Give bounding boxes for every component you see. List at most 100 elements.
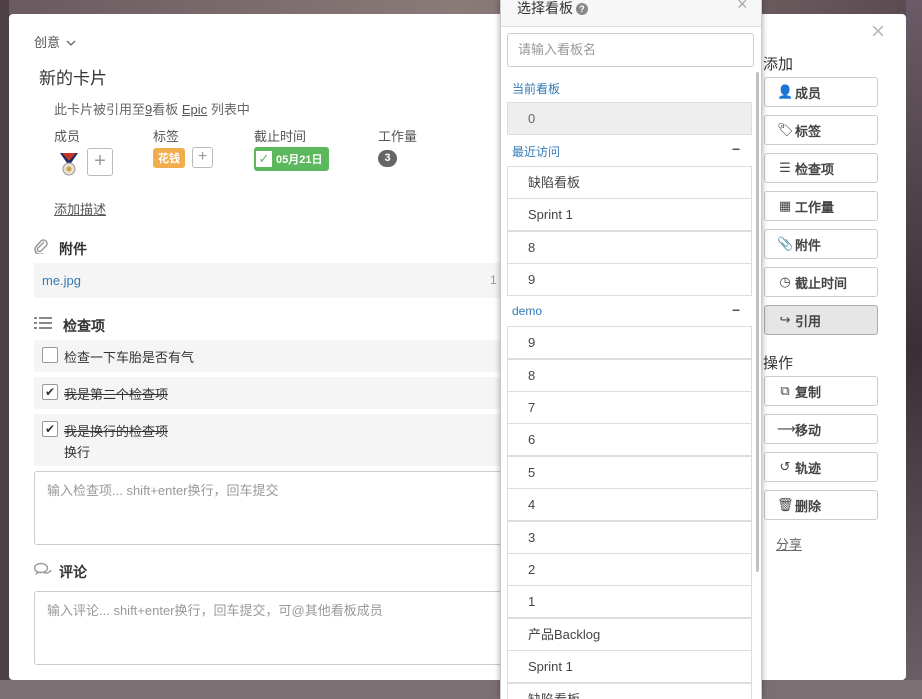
workload-badge[interactable]: 3 xyxy=(378,150,397,167)
button-label: 检查项 xyxy=(795,161,835,177)
member-avatar[interactable] xyxy=(58,149,80,177)
add-description-link[interactable]: 添加描述 xyxy=(54,199,106,218)
add-member-button[interactable]: + xyxy=(87,148,113,176)
current-board-group-label: 当前看板 xyxy=(512,82,561,96)
close-icon[interactable]: × xyxy=(871,20,885,44)
ref-prefix: 此卡片被引用至 xyxy=(54,102,146,117)
collapse-icon[interactable]: − xyxy=(732,141,740,157)
share-arrow-icon: ↪ xyxy=(779,312,791,327)
delete-button[interactable]: 🗑 删除 xyxy=(764,490,878,520)
popup-scrollbar[interactable] xyxy=(756,72,759,572)
add-tag-button[interactable]: + xyxy=(192,147,213,168)
close-icon[interactable]: × xyxy=(737,0,748,15)
button-label: 移动 xyxy=(795,422,822,438)
button-label: 引用 xyxy=(795,313,822,329)
check-icon[interactable]: ✓ xyxy=(256,151,272,167)
checklist-checkbox-checked[interactable]: ✔ xyxy=(42,421,58,437)
recent-group-label[interactable]: 最近访问 xyxy=(512,143,560,160)
list-icon xyxy=(34,317,52,329)
board-item[interactable]: 1 xyxy=(507,585,752,618)
board-item[interactable]: Sprint 1 xyxy=(507,198,752,231)
add-heading: 添加 xyxy=(763,56,794,73)
copy-button[interactable]: ⧉ 复制 xyxy=(764,376,878,406)
board-item[interactable]: 9 xyxy=(507,263,752,296)
comment-input[interactable]: 输入评论... shift+enter换行，回车提交，可@其他看板成员 xyxy=(34,591,504,665)
checklist-item-text: 我是第二个检查项 xyxy=(64,387,169,402)
background-right xyxy=(906,0,922,699)
board-item[interactable]: 9 xyxy=(507,326,752,359)
paperclip-icon xyxy=(34,239,48,254)
clock-icon: ◷ xyxy=(779,274,791,289)
board-search-input[interactable]: 请输入看板名 xyxy=(507,33,754,67)
list-icon: ☰ xyxy=(779,160,791,175)
board-item[interactable]: 缺陷看板 xyxy=(507,683,752,699)
ref-board-link[interactable]: Epic xyxy=(182,102,207,117)
attachments-heading: 附件 xyxy=(59,241,87,257)
add-checklist-sidebar-button[interactable]: ☰ 检查项 xyxy=(764,153,878,183)
tag-icon: 🏷 xyxy=(777,122,794,137)
checklist-item-text-line2: 换行 xyxy=(64,445,91,460)
add-attachment-sidebar-button[interactable]: 📎 附件 xyxy=(764,229,878,259)
checklist-checkbox[interactable] xyxy=(42,347,58,363)
add-tag-sidebar-button[interactable]: 🏷 标签 xyxy=(764,115,878,145)
attachment-size: 1 xyxy=(490,273,497,287)
board-item[interactable]: 8 xyxy=(507,359,752,392)
help-icon[interactable]: ? xyxy=(576,3,588,16)
board-item[interactable]: 产品Backlog xyxy=(507,618,752,651)
actions-heading: 操作 xyxy=(763,355,794,372)
popup-title-text: 选择看板 xyxy=(517,0,573,16)
checklist-checkbox-checked[interactable]: ✔ xyxy=(42,384,58,400)
move-button[interactable]: ⟶ 移动 xyxy=(764,414,878,444)
list-selector[interactable]: 创意 xyxy=(34,32,76,51)
arrow-right-icon: ⟶ xyxy=(777,421,796,436)
trash-icon: 🗑 xyxy=(777,497,794,512)
board-item[interactable]: 缺陷看板 xyxy=(507,166,752,199)
add-due-date-sidebar-button[interactable]: ◷ 截止时间 xyxy=(764,267,878,297)
reference-sidebar-button[interactable]: ↪ 引用 xyxy=(764,305,878,335)
tag-badge[interactable]: 花钱 xyxy=(153,148,185,168)
due-date-value: 05月21日 xyxy=(276,154,323,166)
board-select-popup: 选择看板? × 请输入看板名 当前看板 0 最近访问 − 缺陷看板 Sprint… xyxy=(500,0,762,699)
add-member-sidebar-button[interactable]: 👤 成员 xyxy=(764,77,878,107)
board-item[interactable]: Sprint 1 xyxy=(507,650,752,683)
board-item-current[interactable]: 0 xyxy=(507,102,752,135)
paperclip-icon: 📎 xyxy=(777,236,794,251)
copy-icon: ⧉ xyxy=(780,383,790,398)
attachment-row[interactable] xyxy=(34,263,504,298)
tags-label: 标签 xyxy=(153,129,180,144)
due-date-badge[interactable]: ✓ 05月21日 xyxy=(254,147,330,171)
board-item[interactable]: 5 xyxy=(507,456,752,489)
comments-heading: 评论 xyxy=(59,564,87,580)
button-label: 复制 xyxy=(795,384,822,400)
checklist-item-text: 检查一下车胎是否有气 xyxy=(64,350,195,365)
ref-mid: 看板 xyxy=(152,102,179,117)
list-name: 创意 xyxy=(34,35,61,50)
board-item[interactable]: 6 xyxy=(507,423,752,456)
board-item[interactable]: 2 xyxy=(507,553,752,586)
button-label: 轨迹 xyxy=(795,460,822,476)
board-item[interactable]: 7 xyxy=(507,391,752,424)
button-label: 标签 xyxy=(795,123,822,139)
board-item[interactable]: 4 xyxy=(507,488,752,521)
chevron-down-icon xyxy=(66,40,76,46)
background-bottom xyxy=(0,680,922,699)
due-label: 截止时间 xyxy=(254,129,307,144)
attachment-name[interactable]: me.jpg xyxy=(42,273,81,288)
add-workload-sidebar-button[interactable]: ▦ 工作量 xyxy=(764,191,878,221)
collapse-icon[interactable]: − xyxy=(732,302,740,318)
button-label: 截止时间 xyxy=(795,275,848,291)
button-label: 成员 xyxy=(795,85,822,101)
button-label: 附件 xyxy=(795,237,822,253)
reference-line: 此卡片被引用至9看板 Epic 列表中 xyxy=(54,99,250,118)
share-link[interactable]: 分享 xyxy=(776,534,802,553)
checklist-item-text: 我是换行的检查项 xyxy=(64,424,169,439)
checklist-heading: 检查项 xyxy=(63,318,105,334)
card-title[interactable]: 新的卡片 xyxy=(39,64,107,89)
history-button[interactable]: ↺ 轨迹 xyxy=(764,452,878,482)
demo-group-label[interactable]: demo xyxy=(512,304,542,318)
checklist-input[interactable]: 输入检查项... shift+enter换行，回车提交 xyxy=(34,471,504,545)
board-item[interactable]: 3 xyxy=(507,521,752,554)
board-item[interactable]: 8 xyxy=(507,231,752,264)
ref-suffix: 列表中 xyxy=(210,102,250,117)
comments-icon xyxy=(34,562,52,575)
